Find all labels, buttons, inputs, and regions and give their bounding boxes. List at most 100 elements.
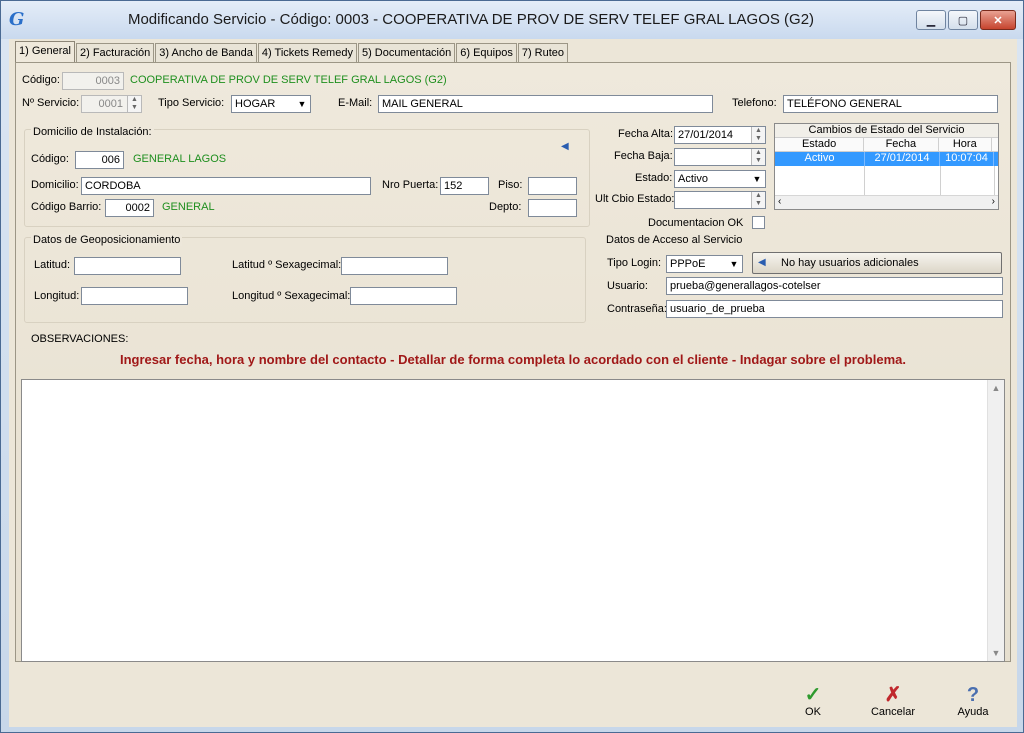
tab-facturacion[interactable]: 2) Facturación <box>75 43 155 63</box>
cancel-button[interactable]: ✗ Cancelar <box>868 684 918 724</box>
usuario-field[interactable]: prueba@generallagos-cotelser <box>666 277 1003 295</box>
table-cell: 27/01/2014 <box>865 152 940 166</box>
usuario-label: Usuario: <box>607 280 648 292</box>
estado-select[interactable]: Activo ▼ <box>674 170 766 188</box>
cancel-label: Cancelar <box>870 706 916 718</box>
help-button[interactable]: ? Ayuda <box>948 684 998 724</box>
cooperativa-name: COOPERATIVA DE PROV DE SERV TELEF GRAL L… <box>130 74 447 86</box>
geo-section-label: Datos de Geoposicionamiento <box>31 234 183 246</box>
dom-codigo-field[interactable]: 006 <box>75 151 124 169</box>
tipo-login-select[interactable]: PPPoE ▼ <box>666 255 743 273</box>
maximize-button[interactable]: ▢ <box>948 10 978 30</box>
barrio-name: GENERAL <box>162 201 215 213</box>
dialog-window: G Modificando Servicio - Código: 0003 - … <box>0 0 1024 733</box>
minimize-button[interactable]: ▁ <box>916 10 946 30</box>
tab-tickets-remedy[interactable]: 4) Tickets Remedy <box>257 43 357 63</box>
email-label: E-Mail: <box>338 97 373 109</box>
observaciones-textarea[interactable]: ▲ ▼ <box>21 379 1005 662</box>
tab-ancho-de-banda[interactable]: 3) Ancho de Banda <box>155 43 257 63</box>
latitud-field[interactable] <box>74 257 181 275</box>
horizontal-scrollbar[interactable]: ‹ › <box>775 195 998 209</box>
dropdown-arrow-icon: ▼ <box>297 99 307 109</box>
estado-value: Activo <box>678 173 708 185</box>
longitud-field[interactable] <box>81 287 188 305</box>
scroll-left-icon[interactable]: ‹ <box>778 196 781 207</box>
nro-servicio-label: Nº Servicio: <box>22 97 80 109</box>
help-question-icon: ? <box>966 684 980 706</box>
cambios-estado-title: Cambios de Estado del Servicio <box>775 124 998 138</box>
tipo-servicio-label: Tipo Servicio: <box>158 97 225 109</box>
arrow-left-icon[interactable]: ◀ <box>561 141 569 152</box>
title-bar[interactable]: G Modificando Servicio - Código: 0003 - … <box>1 1 1023 39</box>
codigo-field[interactable]: 0003 <box>62 72 124 90</box>
nro-puerta-field[interactable]: 152 <box>440 177 489 195</box>
codigo-label: Código: <box>22 74 60 86</box>
ult-cbio-field[interactable]: ▲ ▼ <box>674 191 766 209</box>
date-spinner-icon[interactable]: ▲ ▼ <box>751 192 765 208</box>
fecha-alta-field[interactable]: 27/01/2014 ▲ ▼ <box>674 126 766 144</box>
ok-button[interactable]: ✓ OK <box>788 684 838 724</box>
barrio-label: Código Barrio: <box>31 201 102 213</box>
dom-codigo-label: Código: <box>31 153 69 165</box>
scroll-down-icon[interactable]: ▼ <box>988 648 1004 658</box>
tipo-servicio-value: HOGAR <box>235 98 276 110</box>
usuarios-adicionales-label: No hay usuarios adicionales <box>781 257 919 269</box>
latitud-sexagecimal-label: Latitud º Sexagecimal: <box>232 259 342 271</box>
tab-general[interactable]: 1) General <box>15 41 75 64</box>
longitud-sexagecimal-field[interactable] <box>350 287 457 305</box>
documentacion-ok-label: Documentacion OK <box>648 217 744 229</box>
longitud-label: Longitud: <box>34 290 80 302</box>
usuarios-adicionales-button[interactable]: ◀ No hay usuarios adicionales <box>752 252 1002 274</box>
fecha-baja-field[interactable]: ▲ ▼ <box>674 148 766 166</box>
fecha-baja-label: Fecha Baja: <box>614 150 673 162</box>
table-row[interactable]: Activo 27/01/2014 10:07:04 <box>775 152 998 166</box>
minimize-icon: ▁ <box>926 14 936 27</box>
depto-label: Depto: <box>489 201 522 213</box>
tipo-servicio-select[interactable]: HOGAR ▼ <box>231 95 311 113</box>
spinner-arrows-icon[interactable]: ▲ ▼ <box>127 96 141 112</box>
cambios-estado-list[interactable]: Cambios de Estado del Servicio Estado Fe… <box>774 123 999 210</box>
tab-equipos[interactable]: 6) Equipos <box>456 43 517 63</box>
table-cell: 10:07:04 <box>940 152 994 166</box>
column-header-fecha[interactable]: Fecha <box>864 138 939 151</box>
dialog-client: 1) General 2) Facturación 3) Ancho de Ba… <box>9 39 1017 727</box>
telefono-field[interactable]: TELÉFONO GENERAL <box>783 95 998 113</box>
maximize-icon: ▢ <box>957 14 969 27</box>
observaciones-label: OBSERVACIONES: <box>31 333 129 345</box>
acceso-section-label: Datos de Acceso al Servicio <box>606 234 743 246</box>
vertical-scrollbar[interactable]: ▲ ▼ <box>987 380 1004 661</box>
domicilio-section-label: Domicilio de Instalación: <box>31 126 154 138</box>
close-button[interactable]: ✕ <box>980 10 1016 30</box>
tipo-login-value: PPPoE <box>670 258 706 270</box>
cross-icon: ✗ <box>884 684 902 706</box>
latitud-sexagecimal-field[interactable] <box>341 257 448 275</box>
depto-field[interactable] <box>528 199 577 217</box>
table-cell: Activo <box>775 152 865 166</box>
latitud-label: Latitud: <box>34 259 71 271</box>
geo-group <box>24 237 586 323</box>
general-panel: Código: 0003 COOPERATIVA DE PROV DE SERV… <box>15 62 1011 662</box>
contrasena-field[interactable]: usuario_de_prueba <box>666 300 1003 318</box>
email-field[interactable]: MAIL GENERAL <box>378 95 713 113</box>
nro-servicio-spinner[interactable]: 0001 ▲ ▼ <box>81 95 142 113</box>
barrio-field[interactable]: 0002 <box>105 199 154 217</box>
observaciones-hint: Ingresar fecha, hora y nombre del contac… <box>120 352 906 367</box>
close-icon: ✕ <box>993 14 1003 27</box>
tab-ruteo[interactable]: 7) Ruteo <box>517 43 569 63</box>
arrow-left-icon: ◀ <box>758 257 766 268</box>
domicilio-label: Domicilio: <box>31 179 79 191</box>
fecha-alta-value: 27/01/2014 <box>678 129 734 141</box>
documentacion-ok-checkbox[interactable] <box>752 216 765 229</box>
domicilio-field[interactable]: CORDOBA <box>81 177 371 195</box>
ok-label: OK <box>805 706 821 718</box>
column-header-estado[interactable]: Estado <box>775 138 865 151</box>
piso-field[interactable] <box>528 177 577 195</box>
date-spinner-icon[interactable]: ▲ ▼ <box>751 149 765 165</box>
column-header-hora[interactable]: Hora <box>939 138 993 151</box>
help-label: Ayuda <box>957 706 989 718</box>
scroll-right-icon[interactable]: › <box>992 196 995 207</box>
date-spinner-icon[interactable]: ▲ ▼ <box>751 127 765 143</box>
scroll-up-icon[interactable]: ▲ <box>988 383 1004 393</box>
nro-puerta-label: Nro Puerta: <box>382 179 439 191</box>
tab-documentacion[interactable]: 5) Documentación <box>357 43 456 63</box>
